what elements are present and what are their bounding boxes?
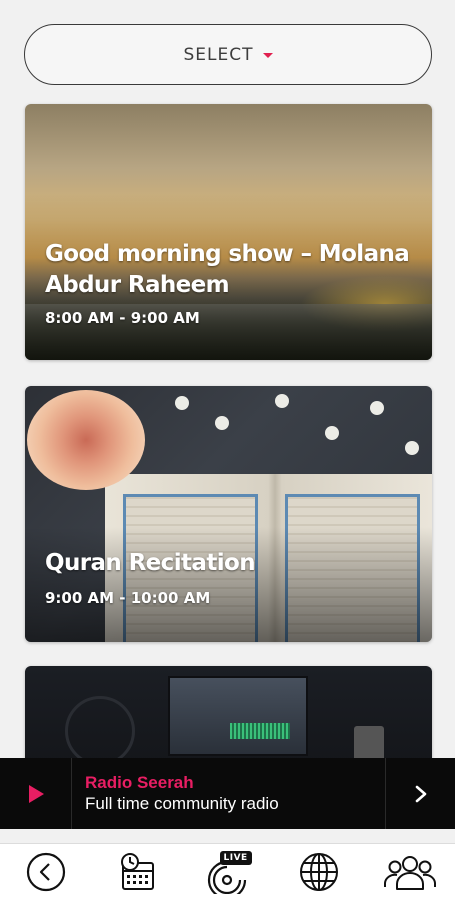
play-icon — [28, 784, 44, 803]
select-label: SELECT — [183, 44, 254, 65]
play-button[interactable] — [0, 758, 72, 829]
show-card-good-morning[interactable]: Good morning show – Molana Abdur Raheem … — [25, 104, 432, 360]
show-time: 8:00 AM - 9:00 AM — [45, 309, 200, 327]
nav-back[interactable] — [16, 845, 76, 899]
live-badge: LIVE — [219, 851, 252, 865]
schedule-day-select[interactable]: SELECT — [24, 24, 432, 85]
open-player-button[interactable] — [385, 758, 455, 829]
schedule-icon — [120, 853, 154, 890]
rose-image — [27, 390, 145, 490]
station-tagline: Full time community radio — [85, 794, 279, 813]
station-name: Radio Seerah — [85, 773, 194, 792]
mini-player: Radio Seerah Full time community radio — [0, 758, 455, 829]
chevron-right-icon — [415, 785, 426, 802]
show-card-studio[interactable] — [25, 666, 432, 766]
nav-schedule[interactable] — [107, 845, 167, 899]
globe-icon — [299, 853, 338, 891]
show-title: Good morning show – Molana Abdur Raheem — [45, 241, 410, 298]
bottom-nav: LIVE — [0, 843, 455, 900]
nav-community[interactable] — [380, 845, 440, 899]
nav-website[interactable] — [289, 845, 349, 899]
show-title: Quran Recitation — [45, 550, 256, 576]
show-card-quran-recitation[interactable]: Quran Recitation 9:00 AM - 10:00 AM — [25, 386, 432, 642]
back-icon — [26, 852, 65, 892]
nav-live[interactable]: LIVE — [198, 845, 258, 899]
caret-down-icon — [262, 52, 273, 58]
now-playing-info[interactable]: Radio Seerah Full time community radio — [72, 758, 385, 829]
show-time: 9:00 AM - 10:00 AM — [45, 589, 211, 607]
community-icon — [383, 856, 436, 890]
